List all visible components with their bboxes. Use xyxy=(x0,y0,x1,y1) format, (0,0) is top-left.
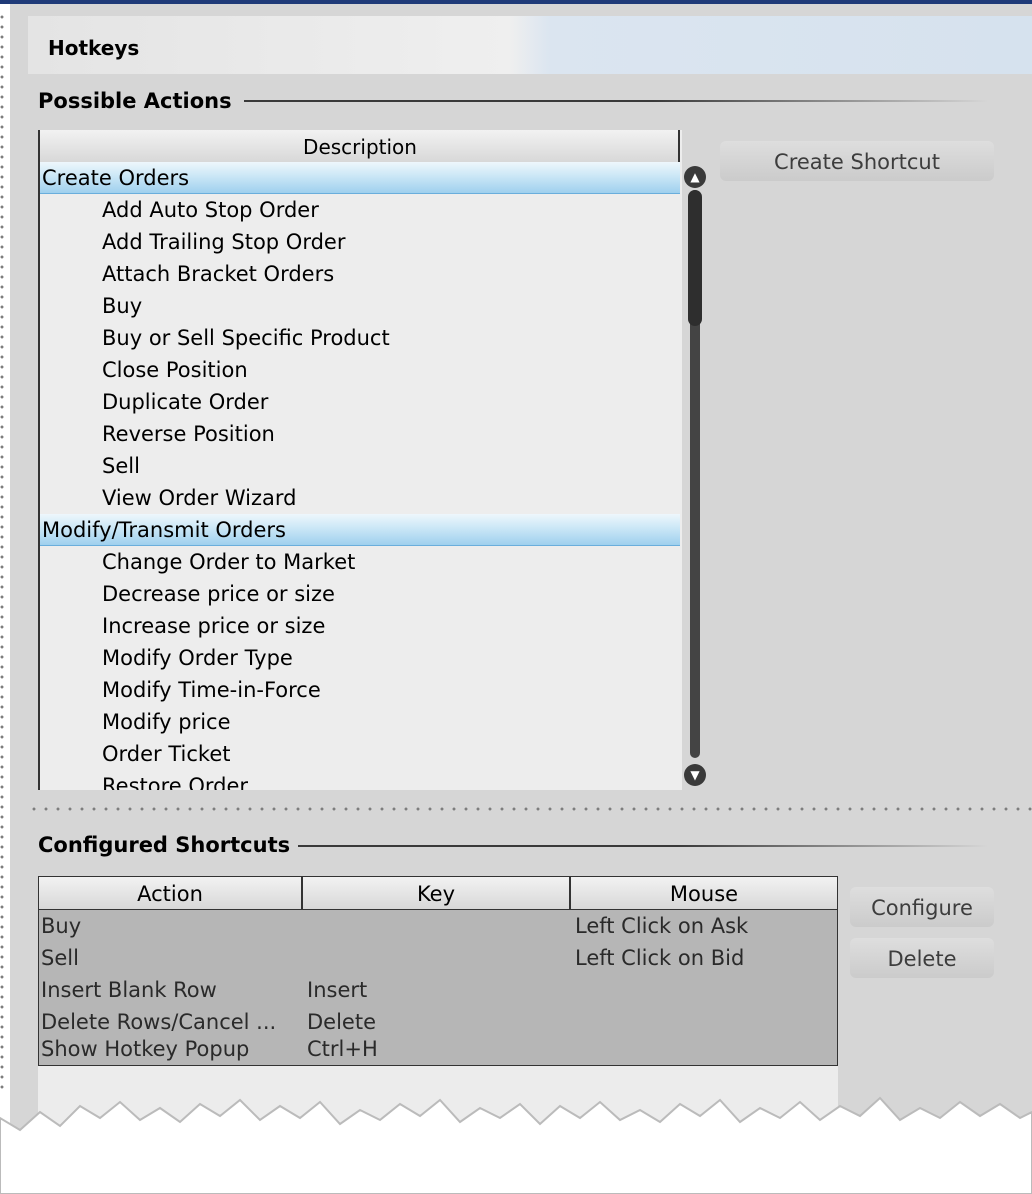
left-dotted-edge xyxy=(0,12,4,1092)
action-row[interactable]: Decrease price or size xyxy=(40,578,680,610)
shortcuts-table-header: Action Key Mouse xyxy=(39,877,837,910)
action-row[interactable]: Add Trailing Stop Order xyxy=(40,226,680,258)
window-top-border xyxy=(0,0,1032,4)
action-row[interactable]: Add Auto Stop Order xyxy=(40,194,680,226)
action-row[interactable]: Increase price or size xyxy=(40,610,680,642)
action-row[interactable]: Attach Bracket Orders xyxy=(40,258,680,290)
pane-splitter[interactable] xyxy=(28,807,1032,811)
action-row[interactable]: View Order Wizard xyxy=(40,482,680,514)
window-header: Hotkeys xyxy=(28,16,1032,74)
description-header-label: Description xyxy=(303,135,417,159)
header-right-border xyxy=(678,130,680,162)
delete-button[interactable]: Delete xyxy=(850,938,994,978)
scroll-up-icon[interactable]: ▲ xyxy=(684,166,706,188)
configured-shortcuts-divider xyxy=(298,845,988,847)
create-shortcut-button[interactable]: Create Shortcut xyxy=(720,141,994,181)
column-header-action[interactable]: Action xyxy=(39,877,303,909)
action-row[interactable]: Reverse Position xyxy=(40,418,680,450)
action-row[interactable]: Modify Time-in-Force xyxy=(40,674,680,706)
action-row[interactable]: Close Position xyxy=(40,354,680,386)
action-row[interactable]: Change Order to Market xyxy=(40,546,680,578)
action-row[interactable]: Sell xyxy=(40,450,680,482)
torn-edge-graphic xyxy=(0,1096,1032,1194)
scroll-down-icon[interactable]: ▼ xyxy=(684,764,706,786)
action-row[interactable]: Buy or Sell Specific Product xyxy=(40,322,680,354)
window-title: Hotkeys xyxy=(48,36,140,60)
action-row[interactable]: Restore Order xyxy=(40,770,680,790)
action-row[interactable]: Buy xyxy=(40,290,680,322)
category-row-modify-transmit-orders[interactable]: Modify/Transmit Orders xyxy=(40,514,680,546)
configured-shortcuts-table: Action Key Mouse Buy Left Click on Ask S… xyxy=(38,876,838,1066)
description-column-header[interactable]: Description xyxy=(40,130,680,163)
configure-button[interactable]: Configure xyxy=(850,887,994,927)
possible-actions-title: Possible Actions xyxy=(38,89,232,113)
column-header-mouse[interactable]: Mouse xyxy=(571,877,837,909)
category-row-create-orders[interactable]: Create Orders xyxy=(40,162,680,194)
actions-scrollbar[interactable]: ▲ ▼ xyxy=(684,160,708,792)
scroll-thumb[interactable] xyxy=(688,190,702,326)
action-row[interactable]: Duplicate Order xyxy=(40,386,680,418)
possible-actions-divider xyxy=(244,100,988,102)
shortcut-row[interactable]: Buy Left Click on Ask xyxy=(39,910,837,942)
configured-shortcuts-title: Configured Shortcuts xyxy=(38,833,291,857)
shortcut-row[interactable]: Insert Blank Row Insert xyxy=(39,974,837,1006)
shortcut-row[interactable]: Sell Left Click on Bid xyxy=(39,942,837,974)
column-header-key[interactable]: Key xyxy=(303,877,571,909)
action-row[interactable]: Modify price xyxy=(40,706,680,738)
action-row[interactable]: Modify Order Type xyxy=(40,642,680,674)
possible-actions-table: Description Create Orders Add Auto Stop … xyxy=(38,130,682,790)
action-row[interactable]: Order Ticket xyxy=(40,738,680,770)
